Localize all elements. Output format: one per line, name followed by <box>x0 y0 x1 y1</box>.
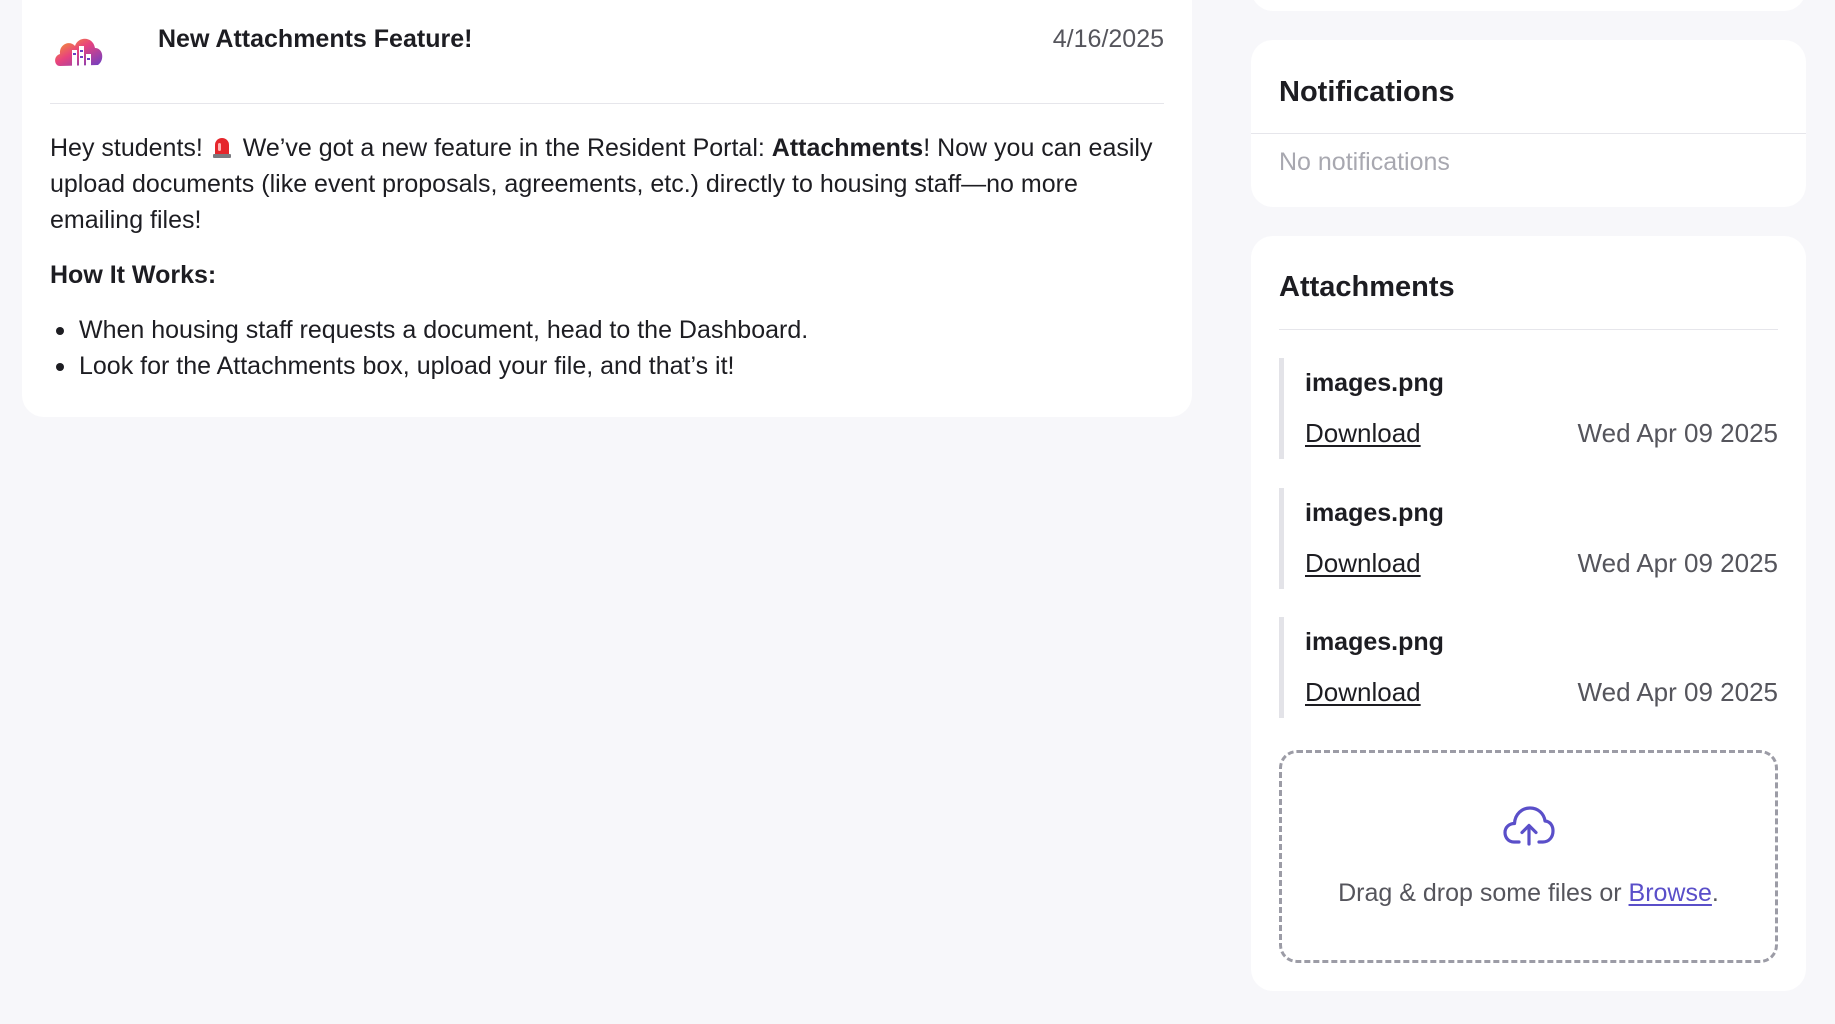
file-dropzone[interactable]: Drag & drop some files or Browse. <box>1279 750 1778 963</box>
attachment-item: images.png Download Wed Apr 09 2025 <box>1279 617 1778 718</box>
announcement-intro: Hey students! We’ve got a new feature in… <box>50 130 1160 238</box>
dropzone-text-end: . <box>1711 879 1719 907</box>
list-item-text: When housing staff requests a document, … <box>79 316 809 344</box>
divider <box>1279 329 1778 330</box>
list-item: When housing staff requests a document, … <box>50 312 1164 348</box>
how-it-works-list: When housing staff requests a document, … <box>50 312 1164 384</box>
download-link[interactable]: Download <box>1305 679 1421 705</box>
announcement-body: Hey students! We’ve got a new feature in… <box>50 104 1164 384</box>
notifications-card: Notifications No notifications <box>1251 40 1806 207</box>
announcement-title: New Attachments Feature! <box>158 25 473 53</box>
intro-text-middle: We’ve got a new feature in the Resident … <box>235 134 772 162</box>
attachment-date: Wed Apr 09 2025 <box>1577 548 1778 578</box>
attachment-date: Wed Apr 09 2025 <box>1577 677 1778 707</box>
dropzone-text-start: Drag & drop some files or <box>1338 879 1629 907</box>
intro-text-start: Hey students! <box>50 134 210 162</box>
browse-link[interactable]: Browse <box>1629 879 1712 907</box>
download-link[interactable]: Download <box>1305 420 1421 446</box>
attachment-item: images.png Download Wed Apr 09 2025 <box>1279 488 1778 589</box>
notifications-title: Notifications <box>1279 76 1455 108</box>
announcement-date: 4/16/2025 <box>1052 25 1164 53</box>
page: New Attachments Feature! 4/16/2025 Hey s… <box>0 0 1835 1024</box>
dropzone-text: Drag & drop some files or Browse. <box>1282 881 1775 906</box>
building-cloud-logo-icon <box>50 26 108 84</box>
download-link[interactable]: Download <box>1305 550 1421 576</box>
announcement-header: New Attachments Feature! 4/16/2025 <box>50 0 1164 104</box>
bullet-dot-icon <box>56 363 64 371</box>
bullet-dot-icon <box>56 327 64 335</box>
top-card-fragment <box>1251 0 1806 11</box>
list-item: Look for the Attachments box, upload you… <box>50 348 1164 384</box>
divider <box>1251 133 1806 134</box>
attachment-date: Wed Apr 09 2025 <box>1577 418 1778 448</box>
attachments-card: Attachments images.png Download Wed Apr … <box>1251 236 1806 991</box>
rotating-light-emoji-icon <box>212 133 232 158</box>
notifications-empty-text: No notifications <box>1279 148 1450 176</box>
attachment-item: images.png Download Wed Apr 09 2025 <box>1279 358 1778 459</box>
attachment-file-name: images.png <box>1305 499 1444 527</box>
attachments-title: Attachments <box>1279 271 1455 303</box>
how-it-works-heading: How It Works: <box>50 261 217 289</box>
intro-text-bold: Attachments <box>771 134 924 162</box>
list-item-text: Look for the Attachments box, upload you… <box>79 352 735 380</box>
attachment-file-name: images.png <box>1305 628 1444 656</box>
announcement-card: New Attachments Feature! 4/16/2025 Hey s… <box>22 0 1192 417</box>
cloud-upload-icon <box>1502 804 1555 848</box>
attachment-file-name: images.png <box>1305 369 1444 397</box>
